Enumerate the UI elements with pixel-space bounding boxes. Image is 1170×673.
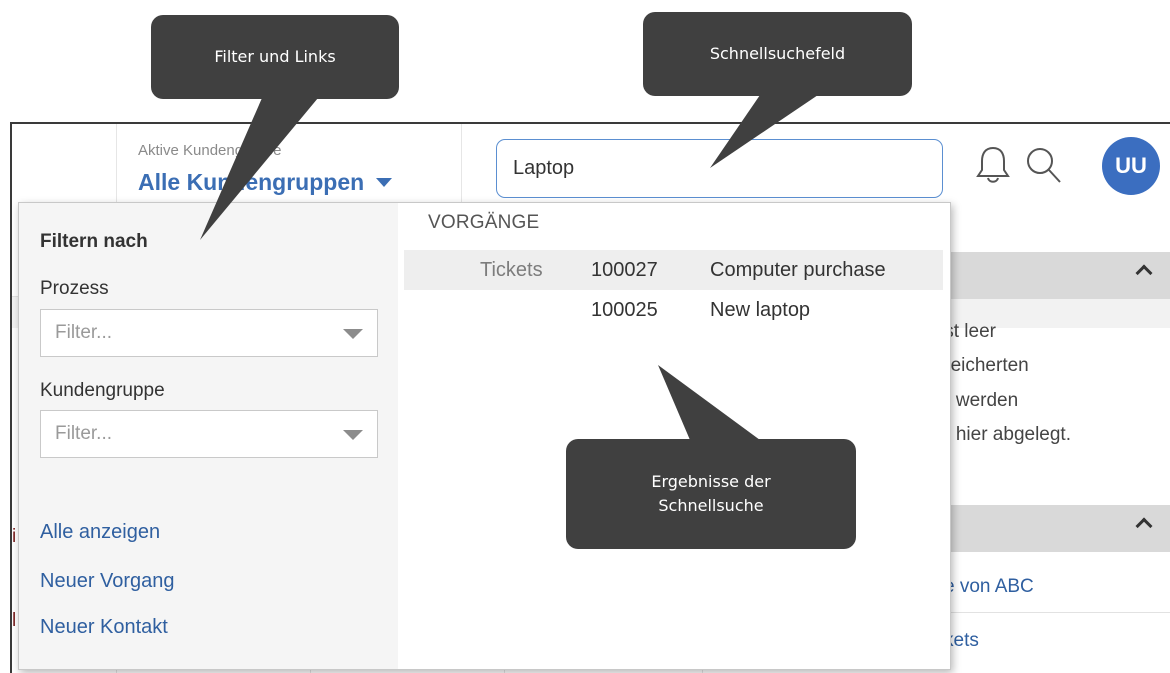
app-window: Aktive Kundengruppe Alle Kundengruppen U… xyxy=(10,122,1170,673)
result-row[interactable]: Tickets 100027 Computer purchase xyxy=(404,250,943,290)
callout-filters: Filter und Links xyxy=(151,15,399,99)
filter-title: Filtern nach xyxy=(40,231,148,252)
header-divider xyxy=(116,124,117,204)
panel-header-collapsible[interactable] xyxy=(932,252,1170,299)
search-icon[interactable] xyxy=(1020,142,1066,188)
callout-search-results: Ergebnisse der Schnellsuche xyxy=(566,439,856,549)
dropdown-arrow-icon xyxy=(343,329,363,339)
active-group-label: Aktive Kundengruppe xyxy=(138,142,282,159)
process-filter-label: Prozess xyxy=(40,278,109,299)
results-section-heading: VORGÄNGE xyxy=(428,212,540,233)
caret-down-icon xyxy=(376,178,393,187)
panel-separator xyxy=(932,612,1170,613)
result-number: 100025 xyxy=(591,299,658,321)
process-filter-select[interactable]: Filter... xyxy=(40,309,378,357)
process-filter-placeholder: Filter... xyxy=(55,322,113,343)
callout-results-line: Ergebnisse der xyxy=(651,472,771,491)
result-title: New laptop xyxy=(710,299,811,321)
active-group-value: Alle Kundengruppen xyxy=(138,169,365,195)
header-divider xyxy=(461,124,462,204)
result-title: Computer purchase xyxy=(710,259,886,281)
background-text-fragment: l xyxy=(12,610,17,631)
active-group-select[interactable]: Alle Kundengruppen xyxy=(138,169,393,196)
chevron-up-icon[interactable] xyxy=(1135,517,1153,535)
result-category: Tickets xyxy=(480,259,543,281)
result-number: 100027 xyxy=(591,259,658,281)
background-text-fragment: i xyxy=(12,526,17,547)
callout-quick-search: Schnellsuchefeld xyxy=(643,12,912,96)
group-filter-select[interactable]: Filter... xyxy=(40,410,378,458)
panel-empty-text: n werden xyxy=(940,390,1019,411)
result-row[interactable]: 100025 New laptop xyxy=(404,290,943,330)
user-avatar[interactable]: UU xyxy=(1102,137,1160,195)
quick-search-input[interactable] xyxy=(496,139,943,198)
panel-header-collapsible[interactable] xyxy=(932,505,1170,552)
chevron-up-icon[interactable] xyxy=(1135,264,1153,282)
results-pane: VORGÄNGE Tickets 100027 Computer purchas… xyxy=(398,203,950,669)
filter-pane: Filtern nach Prozess Filter... Kundengru… xyxy=(19,203,398,669)
quick-search-dropdown: Filtern nach Prozess Filter... Kundengru… xyxy=(18,202,951,670)
show-all-link[interactable]: Alle anzeigen xyxy=(40,521,160,544)
group-filter-placeholder: Filter... xyxy=(55,423,113,444)
panel-link[interactable]: e von ABC xyxy=(944,576,1034,598)
dropdown-arrow-icon xyxy=(343,430,363,440)
new-contact-link[interactable]: Neuer Kontakt xyxy=(40,616,168,639)
bell-icon[interactable] xyxy=(970,142,1016,188)
panel-empty-text: h hier abgelegt. xyxy=(940,424,1071,445)
panel-empty-text: peicherten xyxy=(940,355,1029,376)
group-filter-label: Kundengruppe xyxy=(40,380,165,401)
callout-results-line: Schnellsuche xyxy=(658,496,764,515)
new-case-link[interactable]: Neuer Vorgang xyxy=(40,570,175,593)
